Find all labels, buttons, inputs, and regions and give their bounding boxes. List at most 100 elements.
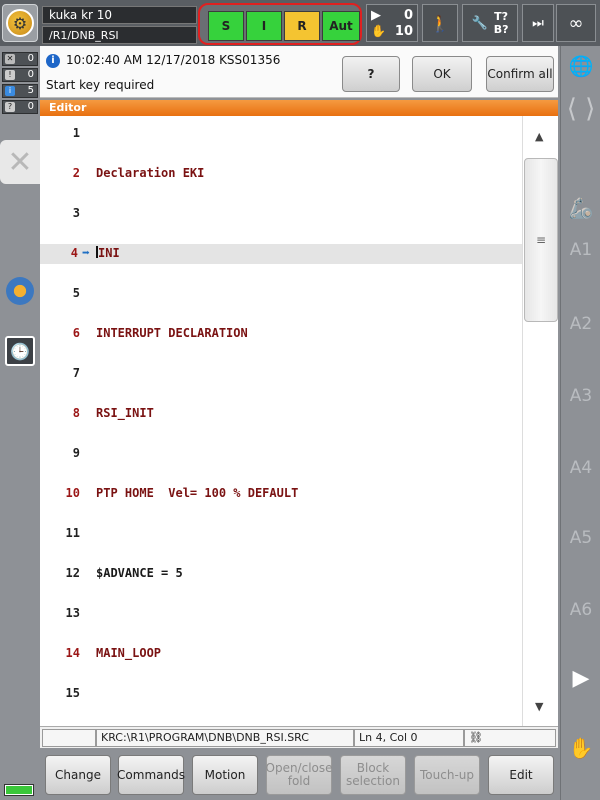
scroll-up-icon[interactable]: ▲ bbox=[535, 130, 543, 143]
block-selection-button[interactable]: Block selection bbox=[340, 755, 406, 795]
globe-icon[interactable]: 🌐 bbox=[561, 54, 600, 78]
code-line[interactable]: 12 $ADVANCE = 5 bbox=[40, 564, 522, 584]
code-editor[interactable]: 1 2 Declaration EKI 3 4 ➡ INI 5 6 INTERR… bbox=[40, 116, 522, 726]
override-display[interactable]: ▶ 0 ✋ 10 bbox=[366, 4, 418, 42]
increment-mode-button[interactable]: ⏭ bbox=[522, 4, 554, 42]
jog-override: 10 bbox=[394, 24, 413, 39]
info-icon: i bbox=[5, 86, 15, 96]
drives-status[interactable]: I bbox=[246, 11, 282, 41]
commands-button[interactable]: Commands bbox=[117, 755, 185, 795]
right-jog-panel: 🌐 ⟨ ⟩ 🦾 A1 A2 A3 A4 A5 A6 ▶ ✋ bbox=[560, 46, 600, 800]
line-number: 14 bbox=[65, 646, 80, 660]
code-line[interactable]: 15 bbox=[40, 684, 522, 704]
axis-a6-label[interactable]: A6 bbox=[561, 600, 600, 620]
code-line[interactable]: 6 INTERRUPT DECLARATION bbox=[40, 324, 522, 344]
axis-a5-label[interactable]: A5 bbox=[561, 528, 600, 548]
line-number: 6 bbox=[72, 326, 80, 340]
axis-a1-label[interactable]: A1 bbox=[561, 240, 600, 260]
code-line[interactable]: 8 RSI_INIT bbox=[40, 404, 522, 424]
program-path[interactable]: /R1/DNB_RSI bbox=[42, 26, 197, 44]
message-counter-ack[interactable]: ✕ 0 bbox=[2, 52, 38, 66]
code-line[interactable]: 3 bbox=[40, 204, 522, 224]
code-line[interactable]: 10 PTP HOME Vel= 100 % DEFAULT bbox=[40, 484, 522, 504]
message-text: Start key required bbox=[46, 78, 155, 92]
editor-status-bar: KRC:\R1\PROGRAM\DNB\DNB_RSI.SRC Ln 4, Co… bbox=[40, 726, 558, 748]
axis-a4-label[interactable]: A4 bbox=[561, 458, 600, 478]
main-menu-button[interactable]: ⚙ bbox=[2, 4, 38, 42]
code-line[interactable]: 1 bbox=[40, 124, 522, 144]
counter-value: 0 bbox=[27, 101, 34, 112]
operating-mode-status[interactable]: Aut bbox=[322, 11, 360, 41]
message-counter-status[interactable]: ! 0 bbox=[2, 68, 38, 82]
line-number: 3 bbox=[72, 206, 80, 220]
line-number: 11 bbox=[65, 526, 80, 540]
clock-icon: 🕒 bbox=[5, 336, 35, 366]
file-path: KRC:\R1\PROGRAM\DNB\DNB_RSI.SRC bbox=[96, 729, 354, 747]
editor-scrollbar[interactable]: ▲ ≡ ▼ bbox=[522, 116, 558, 726]
line-number: 12 bbox=[65, 566, 80, 580]
message-counter-dialog[interactable]: ? 0 bbox=[2, 100, 38, 114]
link-status: ⛓ bbox=[464, 729, 556, 747]
line-text-content: INI bbox=[98, 246, 120, 260]
cursor-position: Ln 4, Col 0 bbox=[354, 729, 464, 747]
submit-interpreter-status[interactable]: S bbox=[208, 11, 244, 41]
line-number: 10 bbox=[65, 486, 80, 500]
scroll-down-icon[interactable]: ▼ bbox=[535, 700, 543, 713]
link-icon: ⛓ bbox=[469, 731, 483, 744]
motion-button[interactable]: Motion bbox=[192, 755, 258, 795]
battery-indicator bbox=[4, 784, 34, 796]
skip-arrows-icon: ⏭ bbox=[532, 15, 544, 31]
help-button[interactable]: ? bbox=[342, 56, 400, 92]
line-text: PTP HOME Vel= 100 % DEFAULT bbox=[96, 486, 299, 500]
counter-value: 5 bbox=[27, 85, 34, 96]
code-line[interactable]: 5 bbox=[40, 284, 522, 304]
code-line-current[interactable]: 4 ➡ INI bbox=[40, 244, 522, 264]
top-status-bar: ⚙ kuka kr 10 /R1/DNB_RSI S I R Aut ▶ 0 ✋ 1… bbox=[0, 0, 600, 46]
edit-button[interactable]: Edit bbox=[488, 755, 554, 795]
open-close-fold-button[interactable]: Open/close fold bbox=[266, 755, 333, 795]
left-sidebar: ✕ 0 ! 0 i 5 ? 0 ✕ 🕒 bbox=[0, 46, 40, 800]
confirm-all-button[interactable]: Confirm all bbox=[486, 56, 554, 92]
walking-person-icon: 🚶 bbox=[430, 13, 450, 33]
configuration-button[interactable] bbox=[3, 274, 37, 308]
dialog-icon: ? bbox=[5, 102, 15, 112]
axis-a2-label[interactable]: A2 bbox=[561, 314, 600, 334]
robot-name[interactable]: kuka kr 10 bbox=[42, 6, 197, 24]
ok-button[interactable]: OK bbox=[412, 56, 472, 92]
code-line[interactable]: 7 bbox=[40, 364, 522, 384]
tool-icon: 🔧 bbox=[471, 15, 488, 31]
line-text: RSI_INIT bbox=[96, 406, 154, 420]
counter-value: 0 bbox=[27, 69, 34, 80]
start-play-icon[interactable]: ▶ bbox=[561, 666, 600, 691]
line-number: 13 bbox=[65, 606, 80, 620]
space-mouse-icon[interactable]: ⟨ ⟩ bbox=[561, 94, 600, 124]
code-line[interactable]: 2 Declaration EKI bbox=[40, 164, 522, 184]
gear-robot-icon bbox=[6, 277, 34, 305]
jog-robot-icon[interactable]: 🦾 bbox=[561, 196, 600, 220]
hand-icon[interactable]: ✋ bbox=[561, 736, 600, 760]
robot-interpreter-status[interactable]: R bbox=[284, 11, 320, 41]
jog-mode-button[interactable]: 🚶 bbox=[422, 4, 458, 42]
code-line[interactable]: 13 bbox=[40, 604, 522, 624]
close-icon: ✕ bbox=[7, 144, 33, 180]
code-line[interactable]: 14 MAIN_LOOP bbox=[40, 644, 522, 664]
code-line[interactable]: 11 bbox=[40, 524, 522, 544]
tool-base-button[interactable]: 🔧 T? B? bbox=[462, 4, 518, 42]
line-number: 1 bbox=[72, 126, 80, 140]
increment-value[interactable]: ∞ bbox=[556, 4, 596, 42]
status-indicator-group: S I R Aut bbox=[198, 3, 362, 45]
close-editor-button[interactable]: ✕ bbox=[0, 140, 40, 184]
robot-logo-icon: ⚙ bbox=[6, 9, 34, 37]
message-counter-info[interactable]: i 5 bbox=[2, 84, 38, 98]
touch-up-button[interactable]: Touch-up bbox=[414, 755, 480, 795]
line-number: 5 bbox=[72, 286, 80, 300]
scrollbar-thumb[interactable]: ≡ bbox=[524, 158, 558, 322]
timer-button[interactable]: 🕒 bbox=[3, 334, 37, 368]
play-icon: ▶ bbox=[371, 8, 381, 23]
code-line[interactable]: 9 bbox=[40, 444, 522, 464]
change-button[interactable]: Change bbox=[45, 755, 111, 795]
axis-a3-label[interactable]: A3 bbox=[561, 386, 600, 406]
counter-value: 0 bbox=[27, 53, 34, 64]
program-pointer-arrow-icon: ➡ bbox=[82, 246, 90, 261]
softkey-bar: Change Commands Motion Open/close fold B… bbox=[40, 748, 558, 800]
